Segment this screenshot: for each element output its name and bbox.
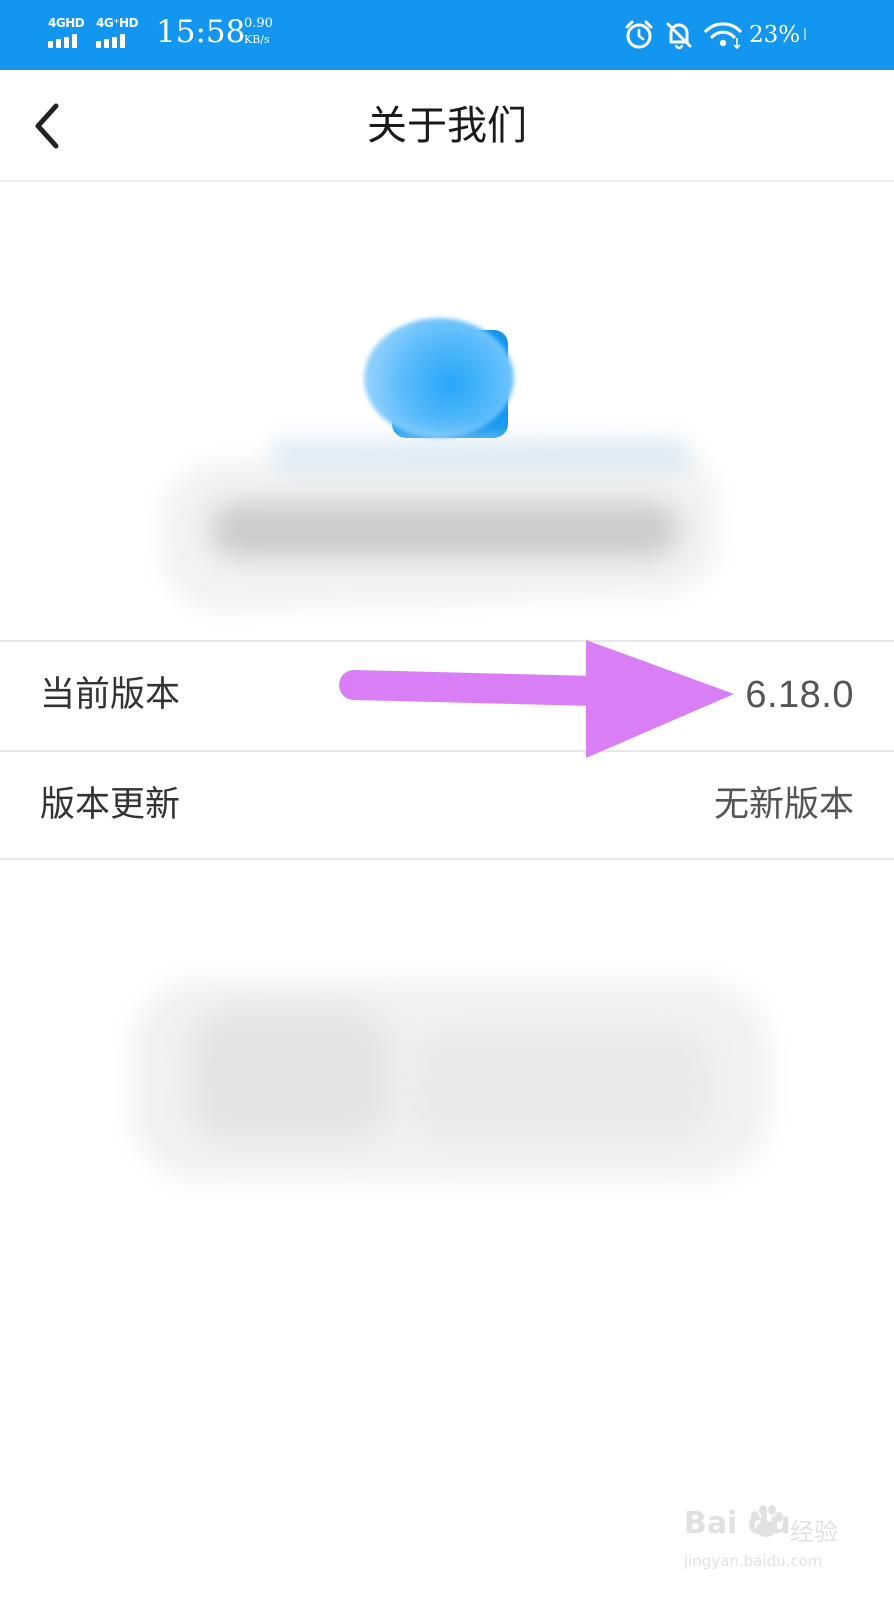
network-speed: 0.90 KB/s (244, 16, 273, 48)
annotation-arrow-icon (339, 640, 734, 758)
alarm-clock-icon (625, 20, 653, 49)
version-update-label: 版本更新 (40, 785, 181, 825)
network-speed-value: 0.90 (244, 16, 273, 31)
sim1-network-label: 4GHD (48, 16, 85, 30)
app-logo (364, 318, 524, 444)
battery-percent: 23% (749, 22, 801, 48)
top-nav-bar: 关于我们 (0, 70, 894, 182)
baidu-jingyan-watermark: Bai du 经验 jingyan.baidu.com (684, 1502, 854, 1592)
page-title: 关于我们 (367, 103, 527, 149)
about-us-screen: 4GHD 4G⁺HD 15:58 0.90 KB/s 23% 关于我们 当前版本… (0, 0, 894, 1600)
current-version-value: 6.18.0 (745, 674, 854, 716)
app-logo-blur (364, 318, 514, 438)
battery-charging-icon (804, 28, 806, 40)
current-version-label: 当前版本 (40, 675, 181, 715)
app-name-blurred (150, 440, 740, 618)
sim2-network-label: 4G⁺HD (96, 16, 139, 30)
silent-bell-icon (666, 22, 692, 50)
wifi-icon (704, 22, 742, 50)
watermark-url: jingyan.baidu.com (684, 1552, 823, 1570)
version-update-row[interactable]: 版本更新 无新版本 (0, 750, 894, 860)
paw-icon (751, 1505, 783, 1537)
blurred-content (110, 960, 790, 1200)
status-time: 15:58 (156, 14, 246, 50)
version-update-status: 无新版本 (713, 785, 854, 825)
network-speed-unit: KB/s (244, 33, 270, 46)
watermark-cn-text: 经验 (790, 1518, 838, 1546)
status-bar: 4GHD 4G⁺HD 15:58 0.90 KB/s 23% (0, 0, 894, 70)
